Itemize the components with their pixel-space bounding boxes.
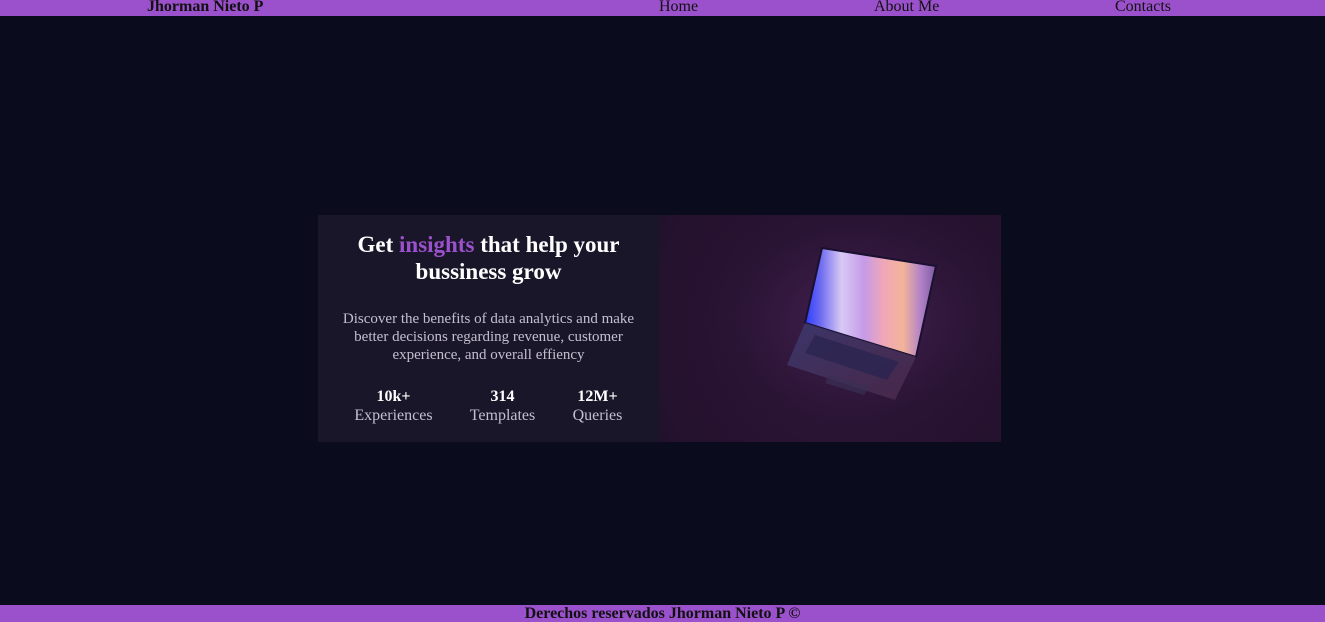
nav-link-home[interactable]: Home — [659, 0, 698, 16]
brand-name: Jhorman Nieto P — [147, 0, 264, 15]
copyright-text: Derechos reservados Jhorman Nieto P © — [524, 605, 801, 622]
headline-start: Get — [357, 232, 400, 257]
hero-description: Discover the benefits of data analytics … — [342, 311, 635, 363]
top-nav-bar: Jhorman Nieto P Home About Me Contacts — [0, 0, 1325, 16]
stat-queries: 12M+ Queries — [557, 388, 639, 425]
stat-templates: 314 Templates — [449, 388, 557, 425]
hero-card: Get insights that help your bussiness gr… — [318, 215, 1001, 442]
hero-text-panel: Get insights that help your bussiness gr… — [318, 215, 659, 442]
headline-accent-word: insights — [399, 232, 475, 257]
stat-experiences: 10k+ Experiences — [339, 388, 449, 425]
laptop-image — [659, 215, 1001, 442]
stat-value: 314 — [490, 388, 515, 405]
stat-value: 12M+ — [577, 388, 618, 405]
page: Jhorman Nieto P Home About Me Contacts G… — [0, 0, 1325, 622]
nav-link-about-me[interactable]: About Me — [874, 0, 939, 16]
hero-headline: Get insights that help your bussiness gr… — [339, 231, 639, 285]
stat-label: Templates — [469, 407, 536, 424]
stats-row: 10k+ Experiences 314 Templates 12M+ Quer… — [318, 388, 659, 425]
nav-link-contacts[interactable]: Contacts — [1115, 0, 1171, 16]
stat-label: Queries — [572, 407, 623, 424]
footer-bar: Derechos reservados Jhorman Nieto P © — [0, 605, 1325, 622]
laptop-illustration-icon — [659, 215, 1001, 442]
stat-value: 10k+ — [376, 388, 411, 405]
stat-label: Experiences — [354, 407, 433, 424]
